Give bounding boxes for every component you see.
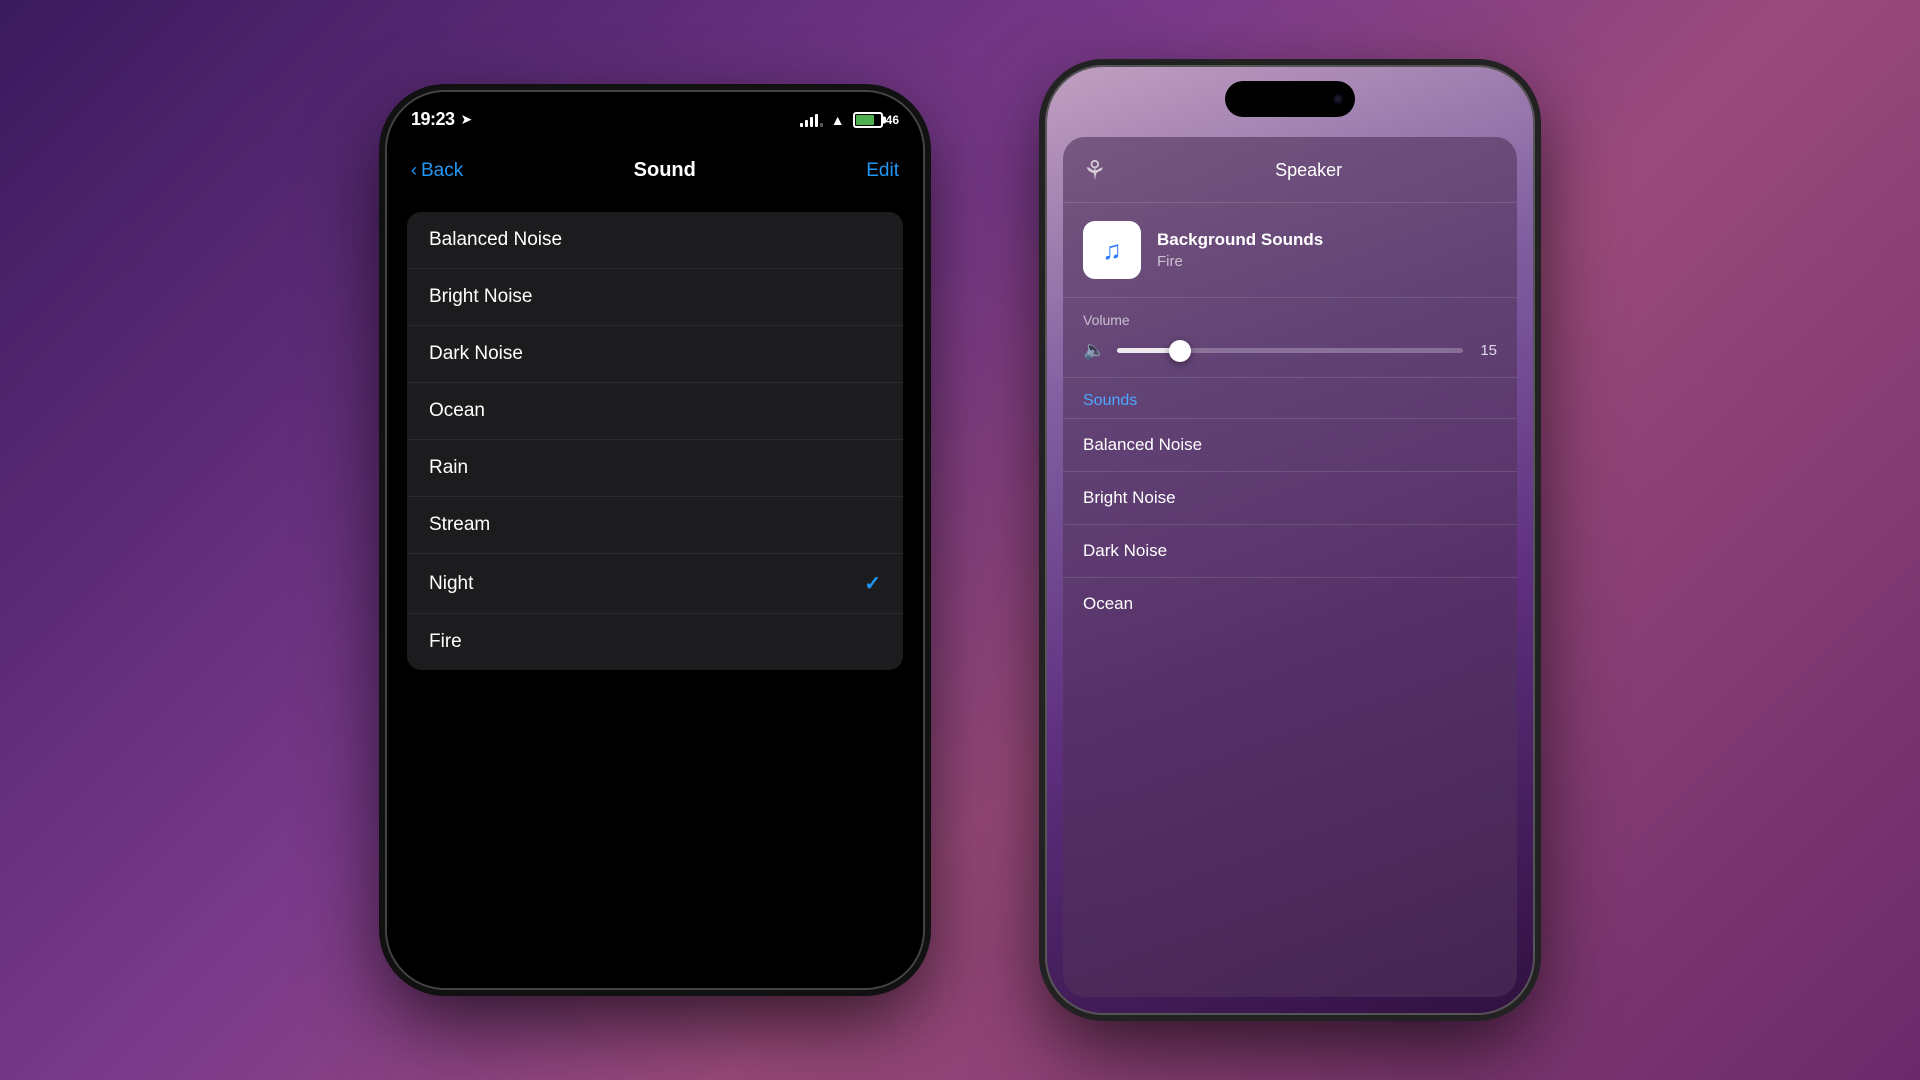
sound-item-bright-noise[interactable]: Bright Noise <box>407 269 903 326</box>
speaker-low-icon: 🔈 <box>1083 340 1105 361</box>
sound-item-label: Night <box>429 573 473 595</box>
volume-label: Volume <box>1083 312 1497 328</box>
status-left: 19:23 ➤ <box>411 109 472 130</box>
navigation-bar: ‹ Back Sound Edit <box>387 147 923 196</box>
sound-item-label: Bright Noise <box>429 286 533 308</box>
battery-container <box>853 112 883 128</box>
track-title: Background Sounds <box>1157 230 1497 250</box>
signal-bar-5 <box>820 123 823 127</box>
location-arrow-icon: ➤ <box>461 111 473 128</box>
np-sound-label: Balanced Noise <box>1083 435 1202 454</box>
sound-item-label: Fire <box>429 631 462 653</box>
battery-level: 46 <box>886 113 899 127</box>
track-details: Background Sounds Fire <box>1157 230 1497 270</box>
dynamic-island <box>1225 81 1355 117</box>
front-camera-icon <box>1333 94 1343 104</box>
checkmark-icon: ✓ <box>864 571 881 596</box>
signal-bar-1 <box>800 123 803 127</box>
volume-value: 15 <box>1475 342 1497 359</box>
track-info-row: ♫ Background Sounds Fire <box>1063 203 1517 298</box>
signal-bar-3 <box>810 117 813 127</box>
now-playing-header: ⚘ Speaker <box>1063 137 1517 203</box>
signal-bar-4 <box>815 114 818 127</box>
sound-item-stream[interactable]: Stream <box>407 497 903 554</box>
phone1-device: 19:23 ➤ ▲ 46 ‹ Back Sound <box>385 90 925 990</box>
sound-item-label: Rain <box>429 457 468 479</box>
chevron-left-icon: ‹ <box>411 160 417 181</box>
wifi-icon: ▲ <box>831 112 845 128</box>
np-sound-label: Ocean <box>1083 594 1133 613</box>
signal-bars-icon <box>800 113 823 127</box>
sound-item-ocean[interactable]: Ocean <box>407 383 903 440</box>
sound-list: Balanced Noise Bright Noise Dark Noise O… <box>407 212 903 670</box>
np-sound-item-balanced-noise[interactable]: Balanced Noise <box>1063 418 1517 471</box>
audio-source-label: Speaker <box>1120 160 1497 181</box>
back-button[interactable]: ‹ Back <box>411 160 463 182</box>
np-sound-label: Bright Noise <box>1083 488 1176 507</box>
np-sound-item-bright-noise[interactable]: Bright Noise <box>1063 471 1517 524</box>
back-label: Back <box>421 160 463 182</box>
edit-button[interactable]: Edit <box>866 160 899 182</box>
phone1-status-bar: 19:23 ➤ ▲ 46 <box>387 92 923 147</box>
sound-item-label: Ocean <box>429 400 485 422</box>
sounds-section-header: Sounds <box>1063 378 1517 418</box>
sound-item-fire[interactable]: Fire <box>407 614 903 670</box>
volume-row: 🔈 15 <box>1083 340 1497 361</box>
np-sound-label: Dark Noise <box>1083 541 1167 560</box>
volume-slider[interactable] <box>1117 348 1463 353</box>
sound-item-night[interactable]: Night ✓ <box>407 554 903 614</box>
now-playing-panel: ⚘ Speaker ♫ Background Sounds Fire Volum… <box>1047 137 1533 1013</box>
status-right: ▲ 46 <box>800 112 899 128</box>
sound-item-dark-noise[interactable]: Dark Noise <box>407 326 903 383</box>
sound-item-rain[interactable]: Rain <box>407 440 903 497</box>
page-title: Sound <box>634 159 696 182</box>
battery-indicator: 46 <box>853 112 899 128</box>
signal-bar-2 <box>805 120 808 127</box>
now-playing-card: ⚘ Speaker ♫ Background Sounds Fire Volum… <box>1063 137 1517 997</box>
sound-item-label: Stream <box>429 514 490 536</box>
sound-item-balanced-noise[interactable]: Balanced Noise <box>407 212 903 269</box>
ear-icon: ⚘ <box>1083 155 1106 186</box>
np-sound-item-ocean[interactable]: Ocean <box>1063 577 1517 630</box>
sound-item-label: Dark Noise <box>429 343 523 365</box>
album-art: ♫ <box>1083 221 1141 279</box>
track-subtitle: Fire <box>1157 253 1497 270</box>
sound-item-label: Balanced Noise <box>429 229 562 251</box>
np-sound-item-dark-noise[interactable]: Dark Noise <box>1063 524 1517 577</box>
status-time: 19:23 <box>411 109 455 130</box>
phone2-device: ⚘ Speaker ♫ Background Sounds Fire Volum… <box>1045 65 1535 1015</box>
sound-list-container: Balanced Noise Bright Noise Dark Noise O… <box>387 196 923 988</box>
volume-section: Volume 🔈 15 <box>1063 298 1517 378</box>
music-notes-icon: ♫ <box>1102 235 1122 266</box>
battery-fill <box>856 115 874 125</box>
volume-slider-thumb[interactable] <box>1169 340 1191 362</box>
sounds-section: Sounds Balanced Noise Bright Noise Dark … <box>1063 378 1517 997</box>
